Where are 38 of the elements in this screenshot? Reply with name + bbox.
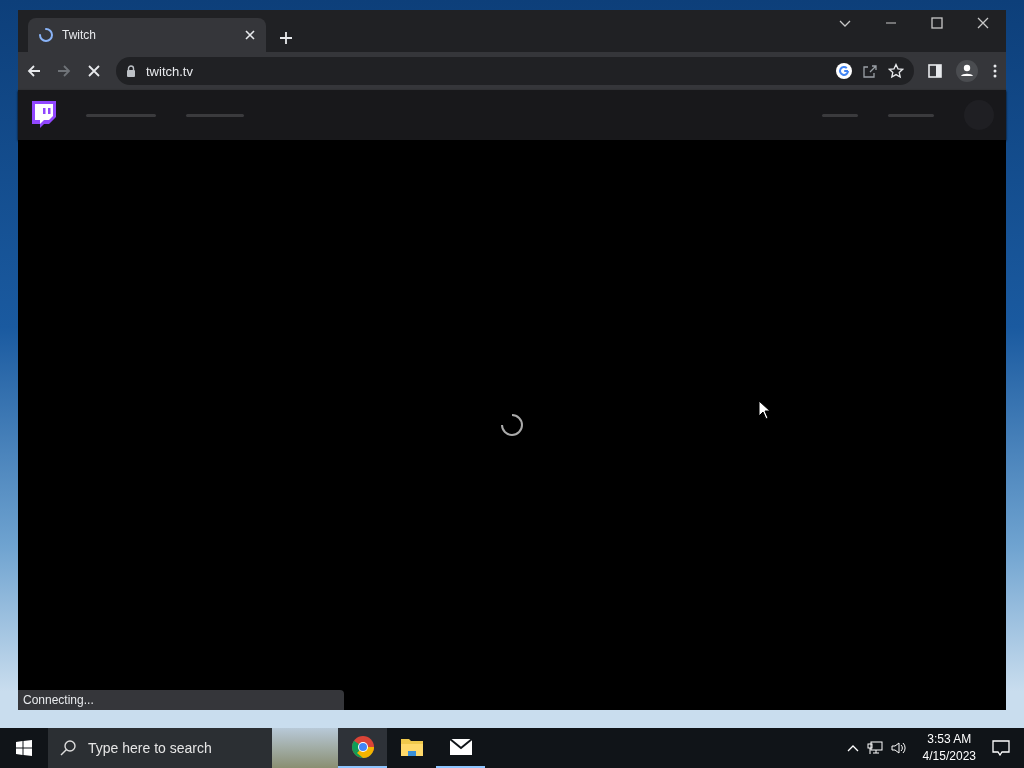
loading-placeholder-bar xyxy=(888,113,934,117)
photo-placeholder xyxy=(272,728,338,768)
loading-placeholder-bar xyxy=(186,113,244,117)
network-icon[interactable] xyxy=(866,741,883,755)
stop-icon[interactable] xyxy=(86,63,102,79)
star-icon[interactable] xyxy=(888,63,904,79)
chevron-up-icon[interactable] xyxy=(846,744,859,752)
browser-tab[interactable]: Twitch xyxy=(28,18,266,52)
twitch-logo-icon[interactable] xyxy=(30,101,56,129)
google-icon[interactable] xyxy=(836,63,852,79)
forward-icon[interactable] xyxy=(56,63,72,79)
profile-icon[interactable] xyxy=(956,60,978,82)
taskbar-search-field[interactable]: Type here to search xyxy=(48,728,338,768)
loading-spinner-icon xyxy=(500,413,524,437)
maximize-icon[interactable] xyxy=(930,16,944,30)
menu-icon[interactable] xyxy=(992,63,998,79)
chrome-icon xyxy=(350,735,375,759)
speaker-icon[interactable] xyxy=(890,741,907,755)
share-icon[interactable] xyxy=(862,63,878,79)
taskbar-clock[interactable]: 3:53 AM 4/15/2023 xyxy=(922,731,976,765)
mouse-cursor-icon xyxy=(758,400,770,420)
status-bubble: Connecting... xyxy=(18,690,344,710)
windows-icon xyxy=(16,740,32,756)
envelope-icon xyxy=(448,738,473,756)
folder-icon xyxy=(399,737,424,757)
back-icon[interactable] xyxy=(26,63,42,79)
lock-icon xyxy=(126,65,136,77)
loading-placeholder-bar xyxy=(86,113,156,117)
clock-time: 3:53 AM xyxy=(927,731,972,748)
address-bar[interactable]: twitch.tv xyxy=(116,57,914,85)
clock-date: 4/15/2023 xyxy=(922,748,976,765)
side-panel-icon[interactable] xyxy=(928,64,942,78)
taskbar-app-button[interactable] xyxy=(338,728,387,768)
search-icon xyxy=(60,740,76,756)
loading-placeholder-bar xyxy=(822,113,858,117)
notification-icon[interactable] xyxy=(992,740,1010,756)
close-icon[interactable] xyxy=(976,16,990,30)
new-tab-icon[interactable] xyxy=(278,30,294,46)
